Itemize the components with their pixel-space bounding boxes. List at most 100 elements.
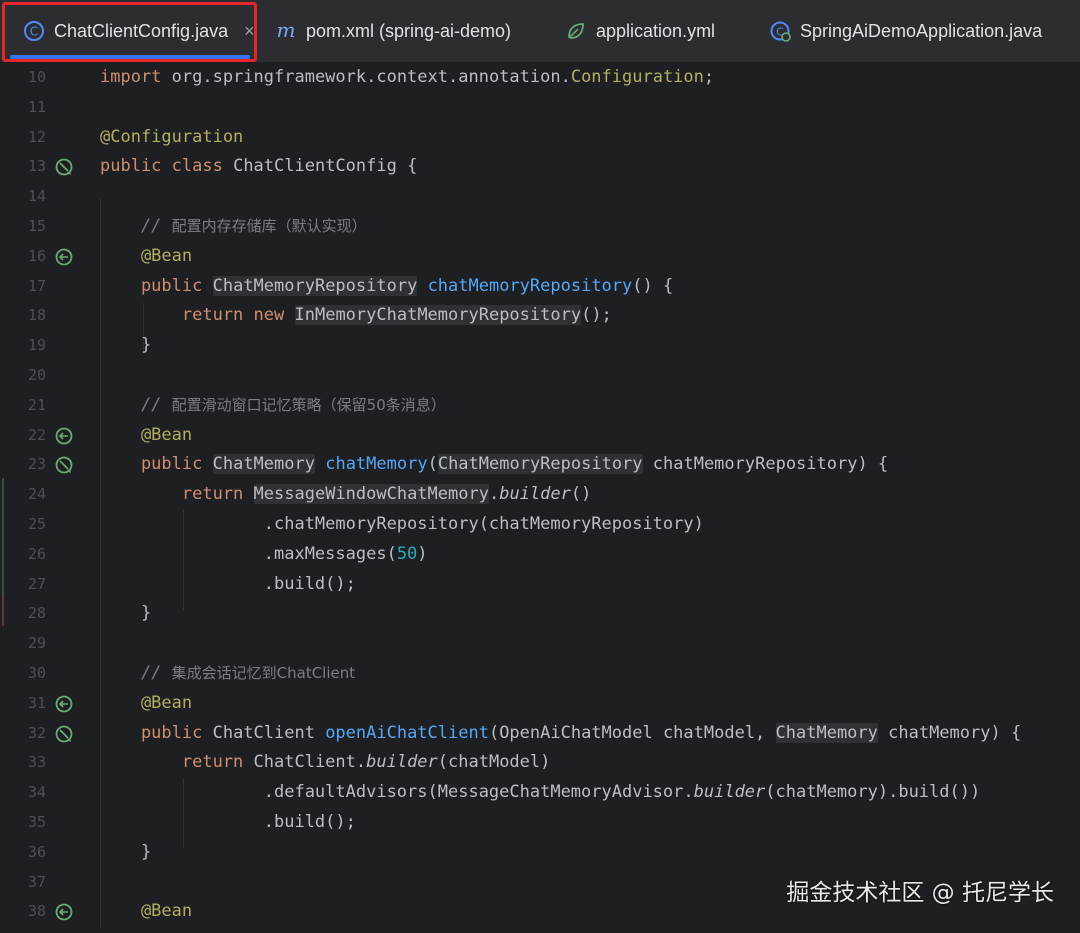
- code-token: (: [427, 454, 438, 475]
- line-number: 36: [27, 842, 46, 861]
- code-line: 29: [0, 629, 1080, 659]
- code-token: .defaultAdvisors(MessageChatMemoryAdviso…: [100, 782, 694, 803]
- code-line: 21 // 配置滑动窗口记忆策略（保留50条消息）: [0, 391, 1080, 421]
- code-token: chatMemory: [325, 454, 428, 475]
- code-token: ChatMemoryRepository: [437, 454, 643, 475]
- line-number: 23: [27, 455, 46, 474]
- line-number: 22: [27, 425, 46, 444]
- line-number: 10: [27, 68, 46, 86]
- line-number: 25: [27, 515, 46, 533]
- code-token: ChatClientConfig {: [222, 156, 418, 177]
- line-number: 19: [27, 336, 46, 355]
- code-line: 11: [0, 93, 1080, 123]
- code-token: new: [243, 305, 285, 326]
- code-line: 26 .maxMessages(50): [0, 540, 1080, 570]
- code-token: org.springframework.context.annotation.: [161, 67, 571, 87]
- tab-pom-xml[interactable]: m pom.xml (spring-ai-demo): [274, 0, 512, 62]
- line-number: 16: [27, 246, 46, 265]
- spring-class-icon: C: [768, 19, 792, 43]
- spring-bean-gutter-icon[interactable]: [54, 426, 74, 446]
- code-token: public: [100, 275, 203, 296]
- code-line: 30 // 集成会话记忆到ChatClient: [0, 659, 1080, 689]
- close-icon[interactable]: ×: [244, 21, 255, 42]
- code-token: }: [100, 841, 152, 862]
- code-token: (chatMemory).build()): [765, 782, 981, 803]
- code-token: (chatModel): [437, 752, 551, 773]
- code-line: 16 @Bean: [0, 242, 1080, 272]
- code-token: public: [100, 156, 162, 177]
- spring-bean-gutter-icon[interactable]: [54, 724, 74, 744]
- spring-bean-gutter-icon[interactable]: [54, 902, 74, 922]
- code-token: ChatMemory: [775, 722, 878, 743]
- code-token: builder: [693, 782, 766, 803]
- line-number: 15: [27, 217, 46, 235]
- code-token: @Bean: [100, 245, 193, 266]
- line-number: 11: [27, 97, 46, 116]
- code-line: 18 return new InMemoryChatMemoryReposito…: [0, 301, 1080, 331]
- code-line: 32 public ChatClient openAiChatClient(Op…: [0, 719, 1080, 749]
- code-line: 17 public ChatMemoryRepository chatMemor…: [0, 272, 1080, 302]
- code-token: builder: [499, 484, 571, 505]
- code-token: MessageWindowChatMemory: [253, 484, 489, 505]
- svg-text:m: m: [277, 20, 296, 42]
- code-line: 22 @Bean: [0, 421, 1080, 451]
- code-line: 25 .chatMemoryRepository(chatMemoryRepos…: [0, 510, 1080, 540]
- code-token: ChatClient.: [243, 752, 367, 773]
- code-token: .chatMemoryRepository(chatMemoryReposito…: [100, 514, 704, 534]
- spring-bean-gutter-icon[interactable]: [54, 694, 74, 714]
- code-token: InMemoryChatMemoryRepository: [294, 305, 582, 326]
- line-number: 27: [27, 574, 46, 593]
- code-line: 23 public ChatMemory chatMemory(ChatMemo…: [0, 450, 1080, 480]
- code-token: .build();: [100, 812, 356, 832]
- code-token: builder: [366, 752, 438, 773]
- code-token: Configuration: [570, 67, 704, 87]
- maven-icon: m: [274, 19, 298, 43]
- svg-text:C: C: [30, 25, 38, 39]
- code-line: 28 }: [0, 599, 1080, 629]
- code-comment: //: [100, 216, 172, 236]
- spring-bean-gutter-icon[interactable]: [54, 247, 74, 267]
- code-token: chatMemory) {: [877, 722, 1022, 743]
- code-line: 27 .build();: [0, 570, 1080, 600]
- code-token: @Bean: [100, 424, 193, 445]
- code-token: (OpenAiChatModel chatModel,: [488, 722, 776, 743]
- code-comment: //: [100, 663, 172, 683]
- code-line: 12 @Configuration: [0, 123, 1080, 153]
- line-number: 26: [27, 544, 46, 563]
- editor-tab-bar: C ChatClientConfig.java × m pom.xml (spr…: [0, 0, 1080, 63]
- code-comment: 集成会话记忆到ChatClient: [171, 664, 356, 682]
- line-number: 31: [27, 693, 46, 712]
- line-number: 12: [27, 127, 46, 146]
- code-token: }: [100, 335, 152, 356]
- code-token: return: [100, 752, 244, 773]
- code-line: 13 public class ChatClientConfig {: [0, 152, 1080, 182]
- spring-bean-gutter-icon[interactable]: [54, 157, 74, 177]
- code-editor[interactable]: 10 import org.springframework.context.an…: [0, 63, 1080, 933]
- code-line: 35 .build();: [0, 808, 1080, 838]
- line-number: 34: [27, 783, 46, 802]
- code-token: import: [100, 67, 162, 87]
- tab-application-yml[interactable]: application.yml: [564, 0, 715, 62]
- code-token: @Configuration: [100, 126, 244, 147]
- line-number: 21: [27, 395, 46, 414]
- code-token: chatMemoryRepository) {: [642, 454, 889, 475]
- watermark: 掘金技术社区 @ 托尼学长: [786, 880, 1054, 906]
- code-token: public: [100, 454, 203, 475]
- code-line: 10 import org.springframework.context.an…: [0, 63, 1080, 93]
- code-line: 34 .defaultAdvisors(MessageChatMemoryAdv…: [0, 778, 1080, 808]
- code-token: }: [100, 603, 152, 624]
- tab-label: SpringAiDemoApplication.java: [800, 20, 1043, 41]
- code-token: public: [100, 722, 203, 743]
- line-number: 35: [27, 813, 46, 831]
- code-token: openAiChatClient: [325, 722, 489, 743]
- tab-springaidemoapplication[interactable]: C SpringAiDemoApplication.java: [768, 0, 1042, 62]
- line-number: 30: [27, 664, 46, 682]
- tab-chatclientconfig[interactable]: C ChatClientConfig.java ×: [2, 0, 258, 62]
- spring-leaf-icon: [564, 19, 588, 43]
- line-number: 24: [27, 485, 46, 504]
- spring-bean-gutter-icon[interactable]: [54, 455, 74, 475]
- code-token: ChatClient: [202, 722, 326, 743]
- code-token: ;: [703, 67, 715, 87]
- code-line: 36 }: [0, 838, 1080, 868]
- code-line: 33 return ChatClient.builder(chatModel): [0, 748, 1080, 778]
